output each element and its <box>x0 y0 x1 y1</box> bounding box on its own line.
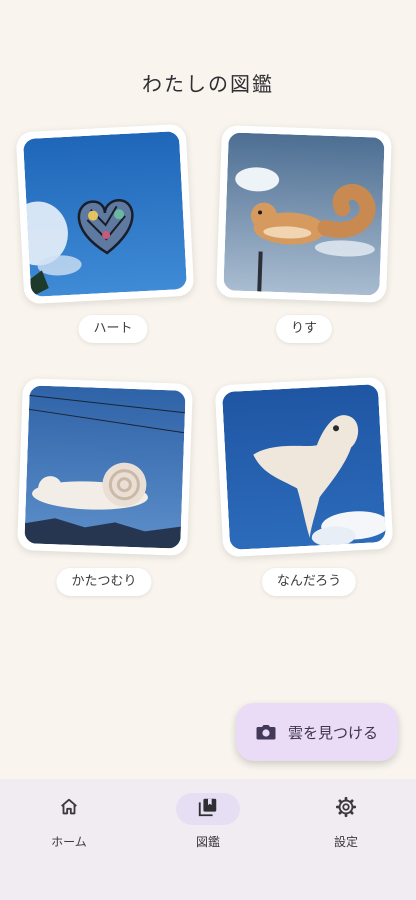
bottom-navigation: ホーム 図鑑 設定 <box>0 779 416 900</box>
nav-settings-indicator <box>314 793 378 825</box>
page-title: わたしの図鑑 <box>142 72 274 96</box>
nav-home-indicator <box>37 793 101 825</box>
find-cloud-button[interactable]: 雲を見つける <box>236 703 398 761</box>
photo-heart <box>22 131 188 297</box>
nav-settings-label: 設定 <box>333 835 358 849</box>
card-label-heart: ハート <box>78 315 148 343</box>
nav-home-label: ホーム <box>51 835 87 849</box>
nav-item-collection[interactable]: 図鑑 <box>158 793 258 850</box>
collection-icon <box>197 796 219 822</box>
home-icon <box>58 796 80 822</box>
card-label-mystery: なんだろう <box>261 568 357 596</box>
card-label-snail: かたつむり <box>56 568 152 596</box>
photo-squirrel <box>223 132 385 296</box>
nav-item-home[interactable]: ホーム <box>19 793 119 850</box>
card-mystery[interactable] <box>214 376 394 558</box>
gear-icon <box>335 796 357 822</box>
camera-icon <box>254 720 278 744</box>
card-heart[interactable] <box>15 123 195 305</box>
nav-item-settings[interactable]: 設定 <box>296 793 396 850</box>
nav-collection-label: 図鑑 <box>195 835 220 849</box>
nav-collection-indicator <box>176 793 240 825</box>
photo-mystery <box>221 384 387 550</box>
card-label-squirrel: りす <box>275 315 333 343</box>
photo-snail <box>24 385 186 549</box>
card-snail[interactable] <box>17 378 193 556</box>
find-cloud-label: 雲を見つける <box>288 723 379 742</box>
card-squirrel[interactable] <box>216 125 392 303</box>
